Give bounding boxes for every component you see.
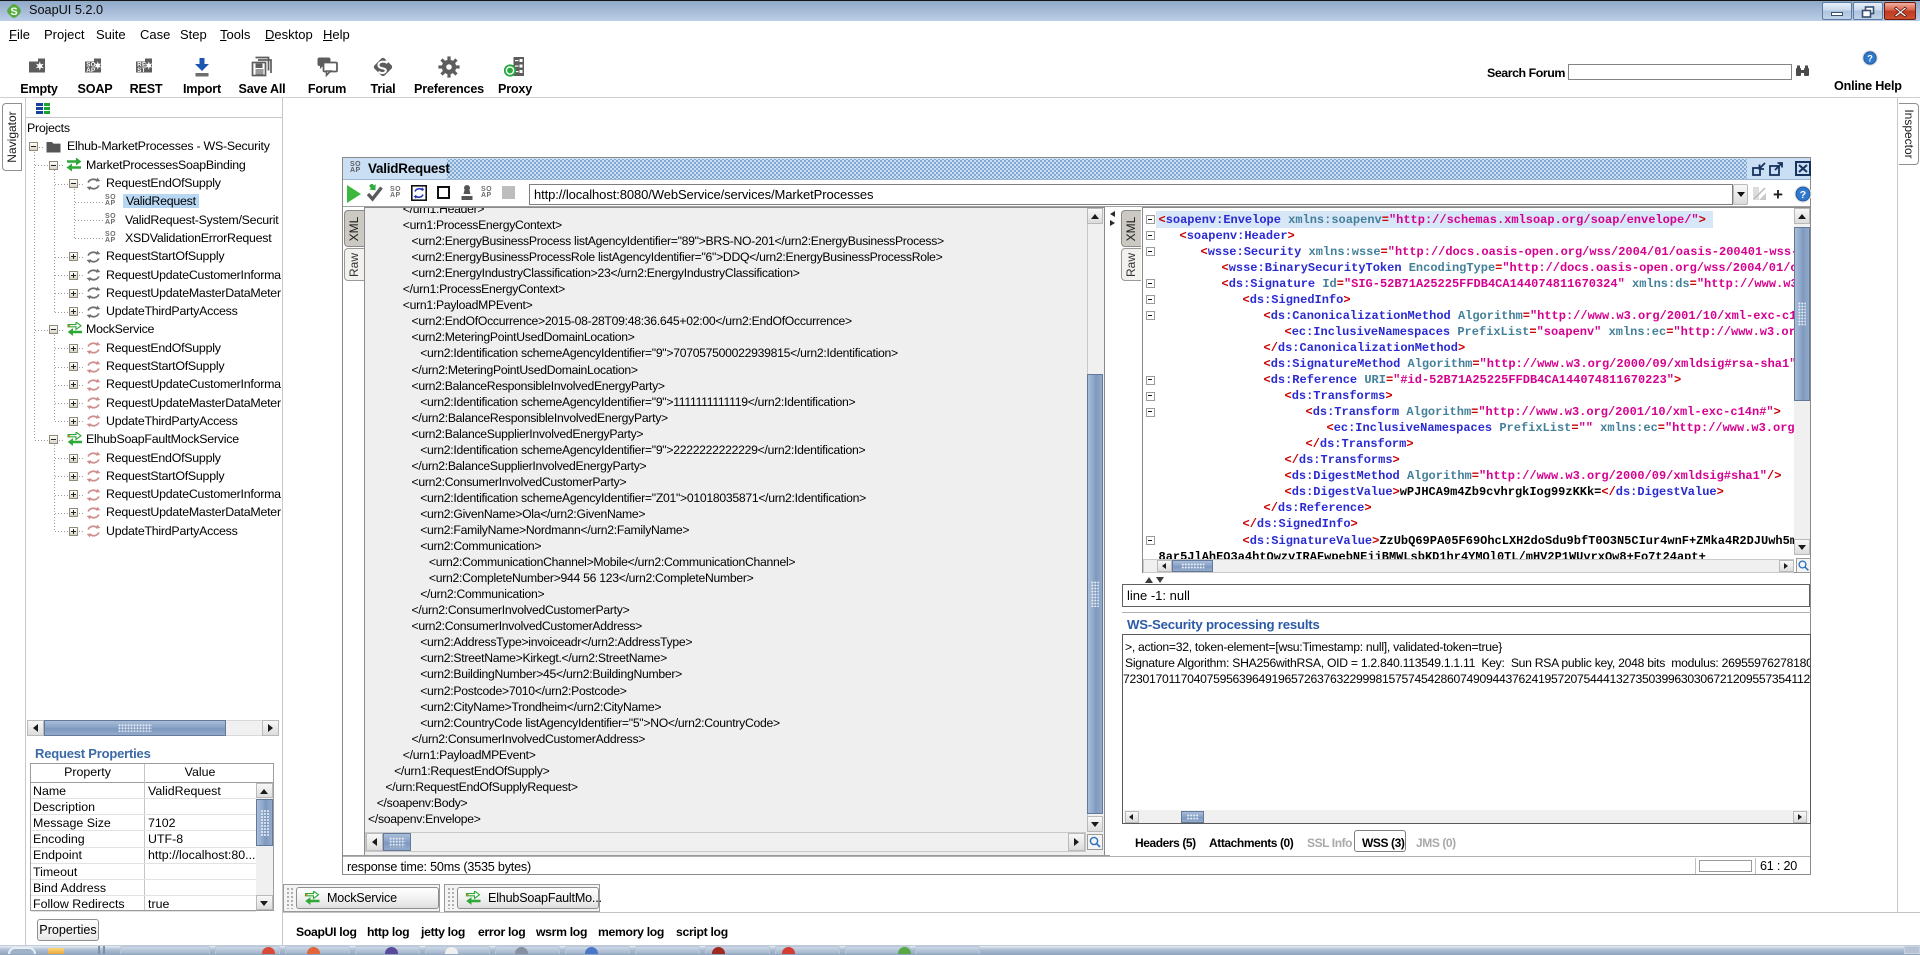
svg-text:?: ?: [1800, 189, 1806, 201]
svg-text:?: ?: [1867, 54, 1873, 65]
svg-text:AP: AP: [86, 67, 95, 74]
svg-text:ST: ST: [137, 67, 146, 74]
svg-text:S: S: [10, 6, 17, 18]
